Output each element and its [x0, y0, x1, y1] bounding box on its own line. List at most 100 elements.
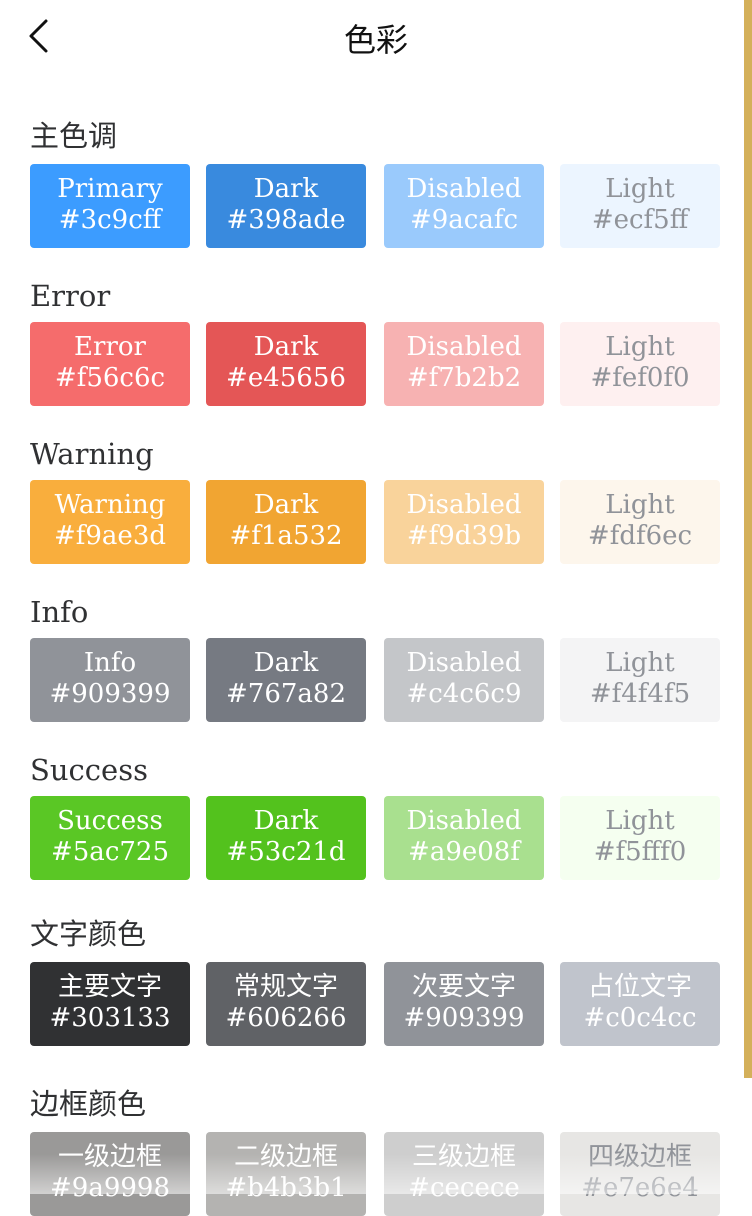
swatch-value: #fdf6ec: [587, 521, 693, 551]
swatch-value: #303133: [49, 1003, 171, 1033]
swatch-label: Info: [83, 648, 137, 678]
swatch-label: Light: [605, 174, 675, 204]
swatch-value: #909399: [49, 679, 171, 709]
swatch-value: #f4f4f5: [589, 679, 691, 709]
swatch-value: #fef0f0: [590, 363, 690, 393]
swatch-label: Warning: [54, 490, 166, 520]
swatch-row-border-colors: 一级边框 #9a9998 二级边框 #b4b3b1 三级边框 #cecece 四级边框…: [30, 1132, 720, 1216]
color-swatch[interactable]: Success #5ac725: [30, 796, 190, 880]
swatch-label: Light: [605, 332, 675, 362]
color-swatch[interactable]: 次要文字 #909399: [384, 962, 544, 1046]
color-swatch[interactable]: Primary #3c9cff: [30, 164, 190, 248]
swatch-label: Dark: [253, 648, 319, 678]
color-swatch[interactable]: 常规文字 #606266: [206, 962, 366, 1046]
color-swatch[interactable]: Light #f5fff0: [560, 796, 720, 880]
swatch-row-warning: Warning #f9ae3d Dark #f1a532 Disabled #f9d3…: [30, 480, 720, 564]
color-swatch[interactable]: Dark #767a82: [206, 638, 366, 722]
swatch-label: Disabled: [406, 332, 522, 362]
color-swatch[interactable]: 二级边框 #b4b3b1: [206, 1132, 366, 1216]
swatch-label: 一级边框: [57, 1142, 162, 1172]
color-swatch[interactable]: Light #fdf6ec: [560, 480, 720, 564]
color-swatch[interactable]: Error #f56c6c: [30, 322, 190, 406]
swatch-row-info: Info #909399 Dark #767a82 Disabled #c4c6c9 …: [30, 638, 720, 722]
swatch-value: #a9e08f: [408, 837, 520, 867]
swatch-label: Light: [605, 648, 675, 678]
section-title-warning: Warning: [30, 437, 154, 471]
swatch-value: #606266: [225, 1003, 347, 1033]
swatch-label: Disabled: [406, 648, 522, 678]
color-swatch[interactable]: Info #909399: [30, 638, 190, 722]
swatch-label: Light: [605, 490, 675, 520]
swatch-value: #c0c4cc: [583, 1003, 697, 1033]
swatch-value: #53c21d: [226, 837, 346, 867]
swatch-row-success: Success #5ac725 Dark #53c21d Disabled #a9e0…: [30, 796, 720, 880]
swatch-label: Primary: [57, 174, 163, 204]
swatch-value: #c4c6c9: [406, 679, 522, 709]
color-swatch[interactable]: Dark #398ade: [206, 164, 366, 248]
color-swatch[interactable]: Disabled #c4c6c9: [384, 638, 544, 722]
swatch-value: #909399: [403, 1003, 525, 1033]
swatch-label: 次要文字: [411, 972, 516, 1002]
swatch-label: Disabled: [406, 174, 522, 204]
swatch-label: Success: [57, 806, 163, 836]
section-title-primary: 主色调: [30, 119, 118, 153]
section-title-success: Success: [30, 753, 148, 787]
swatch-row-text-colors: 主要文字 #303133 常规文字 #606266 次要文字 #909399 占位文字…: [30, 962, 720, 1046]
swatch-value: #f5fff0: [593, 837, 687, 867]
swatch-value: #3c9cff: [58, 205, 162, 235]
swatch-label: Light: [605, 806, 675, 836]
swatch-row-primary: Primary #3c9cff Dark #398ade Disabled #9aca…: [30, 164, 720, 248]
swatch-value: #f7b2b2: [406, 363, 522, 393]
nav-bar: 色彩: [0, 0, 744, 80]
color-swatch[interactable]: Light #ecf5ff: [560, 164, 720, 248]
swatch-value: #cecece: [408, 1173, 520, 1203]
swatch-label: Dark: [253, 332, 319, 362]
swatch-row-error: Error #f56c6c Dark #e45656 Disabled #f7b2b2…: [30, 322, 720, 406]
swatch-label: Disabled: [406, 806, 522, 836]
swatch-label: 四级边框: [587, 1142, 692, 1172]
swatch-value: #767a82: [226, 679, 346, 709]
swatch-value: #e7e6e4: [581, 1173, 699, 1203]
swatch-value: #b4b3b1: [225, 1173, 347, 1203]
swatch-label: Dark: [253, 490, 319, 520]
color-swatch[interactable]: 主要文字 #303133: [30, 962, 190, 1046]
section-title-border-colors: 边框颜色: [30, 1087, 147, 1121]
swatch-value: #f9ae3d: [53, 521, 167, 551]
color-swatch[interactable]: Light #fef0f0: [560, 322, 720, 406]
swatch-value: #9acafc: [409, 205, 519, 235]
swatch-label: Dark: [253, 806, 319, 836]
swatch-label: 常规文字: [233, 972, 338, 1002]
accent-edge-bar: [744, 0, 752, 1078]
swatch-label: 占位文字: [587, 972, 692, 1002]
swatch-value: #ecf5ff: [591, 205, 689, 235]
swatch-value: #5ac725: [50, 837, 169, 867]
swatch-value: #f56c6c: [54, 363, 166, 393]
color-swatch[interactable]: 占位文字 #c0c4cc: [560, 962, 720, 1046]
color-swatch[interactable]: Dark #f1a532: [206, 480, 366, 564]
color-swatch[interactable]: Dark #e45656: [206, 322, 366, 406]
color-swatch[interactable]: 三级边框 #cecece: [384, 1132, 544, 1216]
color-swatch[interactable]: Disabled #9acafc: [384, 164, 544, 248]
color-swatch[interactable]: Dark #53c21d: [206, 796, 366, 880]
color-swatch[interactable]: Warning #f9ae3d: [30, 480, 190, 564]
section-title-info: Info: [30, 595, 89, 629]
swatch-value: #f1a532: [229, 521, 343, 551]
swatch-label: 三级边框: [411, 1142, 516, 1172]
color-swatch[interactable]: 一级边框 #9a9998: [30, 1132, 190, 1216]
swatch-label: Disabled: [406, 490, 522, 520]
color-swatch[interactable]: 四级边框 #e7e6e4: [560, 1132, 720, 1216]
swatch-value: #398ade: [226, 205, 346, 235]
page-title: 色彩: [343, 21, 408, 59]
color-swatch[interactable]: Disabled #a9e08f: [384, 796, 544, 880]
color-swatch[interactable]: Disabled #f7b2b2: [384, 322, 544, 406]
swatch-label: Error: [74, 332, 146, 362]
section-title-text-colors: 文字颜色: [30, 917, 147, 951]
color-swatch[interactable]: Light #f4f4f5: [560, 638, 720, 722]
swatch-value: #f9d39b: [406, 521, 522, 551]
swatch-label: Dark: [253, 174, 319, 204]
section-title-error: Error: [30, 279, 111, 313]
swatch-value: #e45656: [226, 363, 346, 393]
swatch-value: #9a9998: [50, 1173, 170, 1203]
color-swatch[interactable]: Disabled #f9d39b: [384, 480, 544, 564]
swatch-label: 主要文字: [57, 972, 162, 1002]
